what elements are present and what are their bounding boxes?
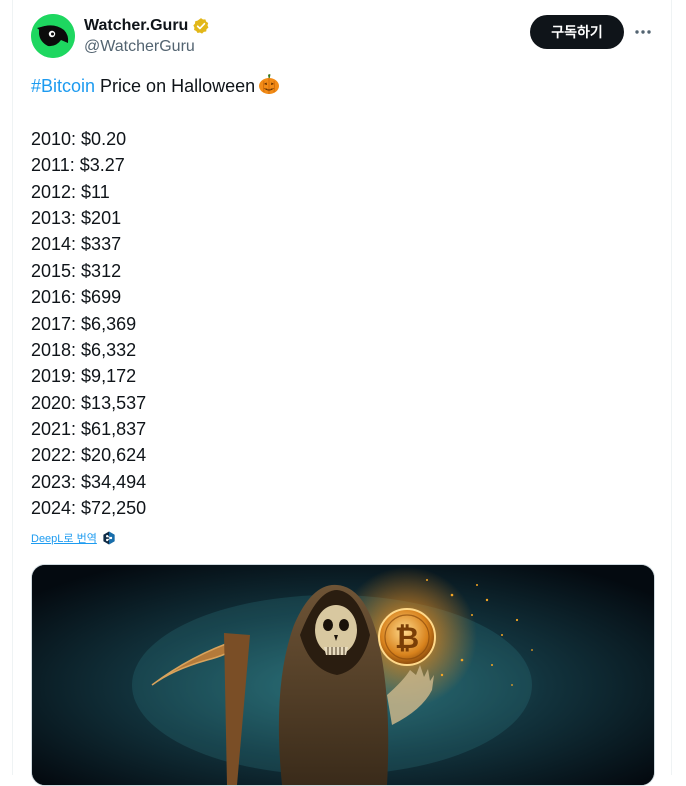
price-line: 2014: $337: [31, 234, 122, 255]
author-handle[interactable]: @WatcherGuru: [84, 38, 210, 56]
price-line: 2011: $3.27: [31, 155, 125, 176]
svg-text:₿: ₿: [395, 621, 419, 656]
price-line: 2016: $699: [31, 287, 122, 308]
price-line: 2013: $201: [31, 207, 122, 228]
price-line: 2024: $72,250: [31, 498, 147, 519]
tweet-header: Watcher.Guru @WatcherGuru 구독하기: [31, 14, 655, 60]
tweet-media-image[interactable]: ₿: [31, 564, 655, 786]
headline-text: Price on Halloween: [95, 76, 256, 96]
price-line: 2012: $11: [31, 181, 110, 202]
price-line: 2019: $9,172: [31, 366, 137, 387]
tweet[interactable]: Watcher.Guru @WatcherGuru 구독하기 #Bitcoin …: [31, 14, 655, 786]
tweet-text: #Bitcoin Price on Halloween 2010: $0.20 …: [31, 73, 631, 522]
avatar[interactable]: [31, 14, 75, 58]
grim-reaper-bitcoin-illustration: ₿: [32, 565, 654, 785]
logo-icon: [31, 14, 75, 58]
more-options-button[interactable]: [631, 22, 655, 42]
timeline-border-left: [12, 0, 13, 775]
price-line: 2021: $61,837: [31, 419, 147, 440]
price-line: 2023: $34,494: [31, 471, 147, 492]
price-line: 2017: $6,369: [31, 313, 137, 334]
jack-o-lantern-icon: [258, 73, 280, 102]
verified-badge-icon[interactable]: [192, 17, 210, 35]
ellipsis-icon: [635, 30, 651, 34]
author-names: Watcher.Guru @WatcherGuru: [84, 15, 210, 56]
translate-label: DeepL로 번역: [31, 533, 97, 545]
hashtag-link[interactable]: #Bitcoin: [31, 76, 95, 96]
price-line: 2015: $312: [31, 260, 122, 281]
translate-link[interactable]: DeepL로 번역: [31, 530, 116, 546]
timeline-border-right: [671, 0, 672, 775]
deepl-icon: [103, 531, 115, 545]
subscribe-button[interactable]: 구독하기: [530, 15, 624, 49]
price-line: 2010: $0.20: [31, 128, 127, 149]
price-line: 2020: $13,537: [31, 392, 147, 413]
display-name[interactable]: Watcher.Guru: [84, 17, 188, 35]
tweet-headline: #Bitcoin Price on Halloween: [31, 73, 631, 99]
price-line: 2022: $20,624: [31, 445, 147, 466]
display-name-row: Watcher.Guru: [84, 15, 210, 37]
price-line: 2018: $6,332: [31, 339, 137, 360]
